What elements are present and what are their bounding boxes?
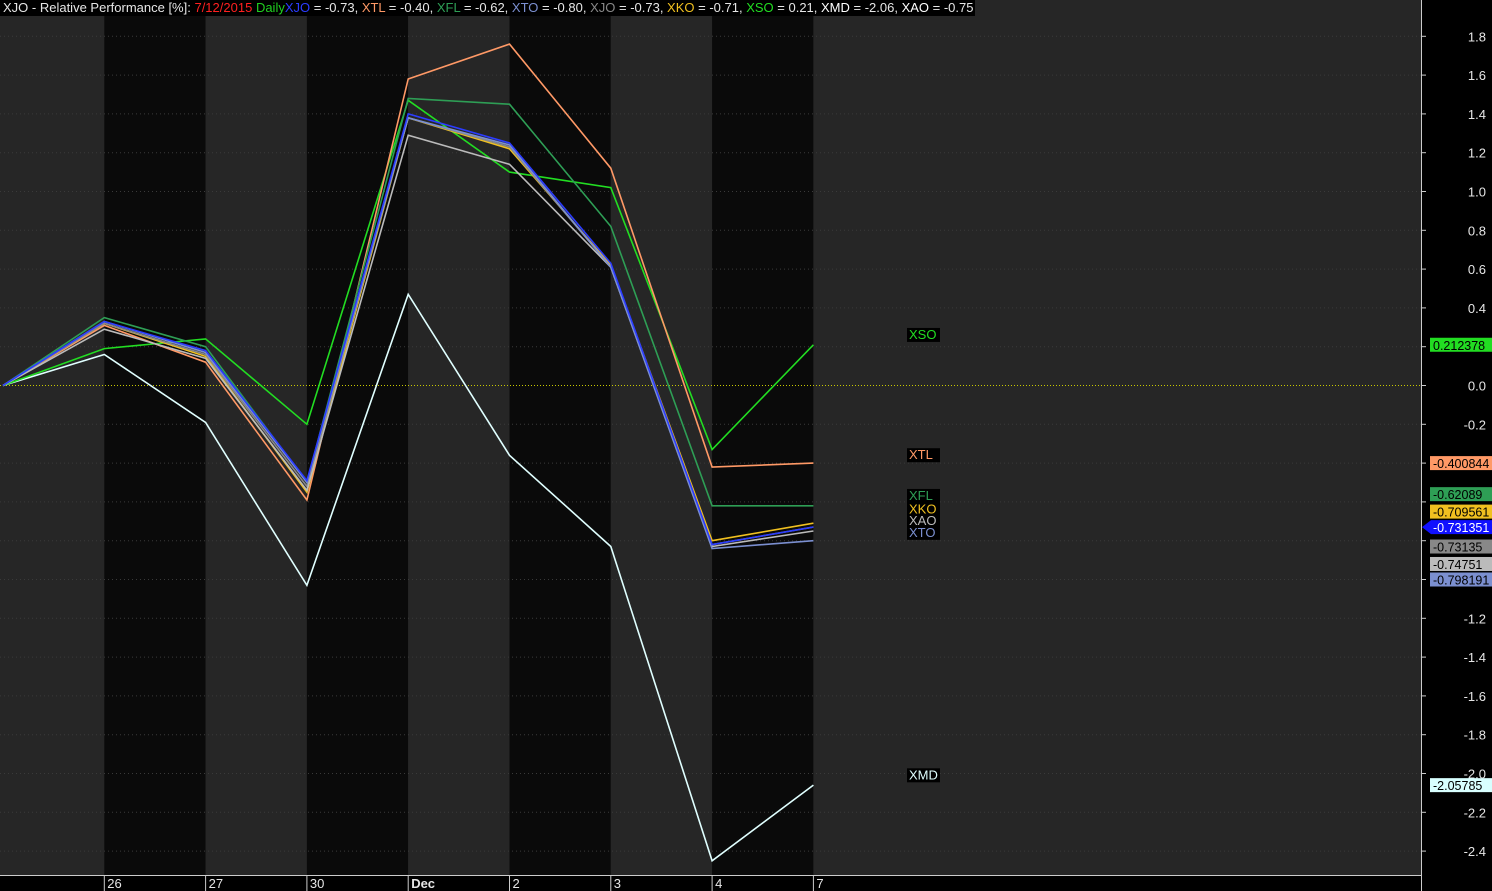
future-area bbox=[813, 0, 1421, 875]
x-tick-label: 27 bbox=[209, 876, 223, 891]
value-tag-xjo: -0.731351 bbox=[1422, 520, 1492, 535]
value-tag-text: 0.212378 bbox=[1433, 339, 1485, 353]
header-series-value: = -2.06, bbox=[849, 0, 898, 15]
value-tag-text: -0.74751 bbox=[1433, 558, 1482, 572]
y-tick-label: -1.2 bbox=[1464, 611, 1486, 626]
session-band bbox=[104, 0, 206, 875]
header-series-label: XFL bbox=[433, 0, 461, 15]
y-tick-label: 0.6 bbox=[1468, 262, 1486, 277]
header-series-value: = -0.71, bbox=[694, 0, 743, 15]
y-tick-label: 1.0 bbox=[1468, 185, 1486, 200]
session-band bbox=[610, 0, 713, 875]
header-series-label: XKO bbox=[663, 0, 695, 15]
value-tag-xso: 0.212378 bbox=[1430, 337, 1492, 353]
x-tick-label: 3 bbox=[614, 876, 621, 891]
value-tag-text: -0.709561 bbox=[1433, 506, 1489, 520]
value-tag-xao: -0.74751 bbox=[1430, 556, 1492, 572]
y-tick-label: 1.2 bbox=[1468, 146, 1486, 161]
y-tick-label: 1.6 bbox=[1468, 68, 1486, 83]
y-tick-label: -1.6 bbox=[1464, 689, 1486, 704]
chart-title-bar: XJO - Relative Performance [%]: 7/12/201… bbox=[0, 0, 976, 16]
x-tick-label: 30 bbox=[310, 876, 324, 891]
session-band bbox=[205, 0, 307, 875]
y-tick-label: -1.4 bbox=[1464, 650, 1486, 665]
header-series-value: = 0.21, bbox=[773, 0, 818, 15]
value-tag-text: -0.62089 bbox=[1433, 488, 1482, 502]
y-tick-label: -2.4 bbox=[1464, 844, 1486, 859]
header-series-value: = -0.73, bbox=[615, 0, 664, 15]
series-label: XMD bbox=[909, 767, 938, 782]
header-series-value: = -0.40, bbox=[385, 0, 434, 15]
session-band bbox=[3, 0, 105, 875]
x-tick-label: 7 bbox=[816, 876, 823, 891]
header-series-label: XJO bbox=[586, 0, 616, 15]
header-series-label: XMD bbox=[817, 0, 850, 15]
x-tick-label: 2 bbox=[513, 876, 520, 891]
header-series-label: XTO bbox=[508, 0, 539, 15]
y-tick-label: -1.8 bbox=[1464, 728, 1486, 743]
series-label: XSO bbox=[909, 327, 936, 342]
value-tag-text: -0.731351 bbox=[1433, 521, 1489, 535]
header-series-label: XTL bbox=[358, 0, 386, 15]
session-band bbox=[712, 0, 814, 875]
value-tag-xmd: -2.05785 bbox=[1430, 778, 1492, 793]
header-series-label: XAO bbox=[897, 0, 930, 15]
header-series-value: = -0.62, bbox=[460, 0, 509, 15]
x-tick-label: 4 bbox=[715, 876, 722, 891]
relative-performance-chart[interactable]: XMD XSO XTL XFL XKO XAO XTO 1.8 1.6 1.4 1.2 1.0 0.8… bbox=[0, 0, 1492, 891]
series-label-xmd: XMD bbox=[907, 767, 940, 783]
chart-name: XJO - Relative Performance [%]: bbox=[3, 0, 191, 15]
series-label-xto: XTO bbox=[907, 525, 940, 540]
chart-window[interactable]: XMD XSO XTL XFL XKO XAO XTO 1.8 1.6 1.4 1.2 1.0 0.8… bbox=[0, 0, 1492, 891]
series-label-xso: XSO bbox=[907, 327, 940, 342]
y-tick-label: 0.0 bbox=[1468, 379, 1486, 394]
session-bands bbox=[0, 0, 1492, 891]
header-series-value: = -0.80, bbox=[538, 0, 587, 15]
axis-background bbox=[1421, 0, 1492, 891]
y-tick-label: 0.8 bbox=[1468, 223, 1486, 238]
value-tag-xtl: -0.400844 bbox=[1430, 456, 1492, 471]
y-tick-label: 1.8 bbox=[1468, 29, 1486, 44]
value-tag-text: -2.05785 bbox=[1433, 779, 1482, 793]
header-series-label: XJO bbox=[284, 0, 311, 15]
y-tick-label: 0.4 bbox=[1468, 301, 1486, 316]
session-band bbox=[509, 0, 611, 875]
chart-date: 7/12/2015 bbox=[194, 0, 253, 15]
value-tag-text: -0.798191 bbox=[1433, 574, 1489, 588]
session-band bbox=[0, 0, 3, 875]
value-tag-xto: -0.798191 bbox=[1430, 572, 1492, 588]
header-values: XJO = -0.73, XTL = -0.40, XFL = -0.62, X… bbox=[285, 0, 974, 15]
value-tag-xjo: -0.73135 bbox=[1430, 539, 1492, 555]
series-label: XTL bbox=[909, 447, 933, 462]
series-label-xtl: XTL bbox=[907, 447, 940, 463]
header-series-value: = -0.75 bbox=[929, 0, 974, 15]
y-tick-label: -0.2 bbox=[1464, 417, 1486, 432]
y-tick-label: 1.4 bbox=[1468, 107, 1486, 122]
value-tag-xfl: -0.62089 bbox=[1430, 487, 1492, 502]
x-tick-label: Dec bbox=[411, 876, 435, 891]
x-tick-label: 26 bbox=[107, 876, 121, 891]
value-tag-text: -0.400844 bbox=[1433, 457, 1489, 471]
series-label: XTO bbox=[909, 525, 936, 540]
chart-interval: Daily bbox=[255, 0, 285, 15]
header-series-value: = -0.73, bbox=[310, 0, 359, 15]
value-tag-xko: -0.709561 bbox=[1430, 504, 1492, 520]
header-series-label: XSO bbox=[742, 0, 774, 15]
y-tick-label: -2.2 bbox=[1464, 805, 1486, 820]
value-tag-text: -0.73135 bbox=[1433, 541, 1482, 555]
